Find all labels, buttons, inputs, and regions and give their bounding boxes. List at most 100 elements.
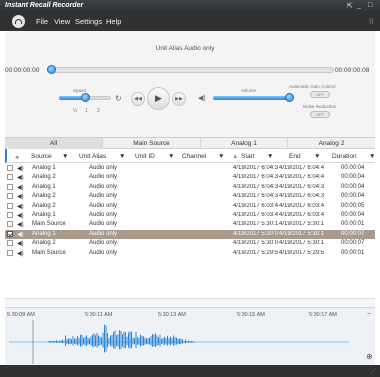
cell-source: Analog 2	[32, 174, 56, 181]
wave-time-label: 5:30:11 AM	[85, 312, 113, 318]
filter-icon[interactable]: ▼	[168, 153, 174, 160]
cell-start: 4/19/2017 5:30:1	[233, 221, 279, 228]
row-checkbox[interactable]	[7, 230, 13, 237]
filter-icon[interactable]: ▼	[369, 153, 375, 160]
row-checkbox[interactable]	[7, 183, 13, 190]
table-header: ◂ Source ▼ Unit Alias ▼ Unit ID ▼ Channe…	[5, 149, 375, 163]
row-checkbox[interactable]	[7, 193, 13, 200]
col-duration[interactable]: Duration	[332, 153, 357, 160]
row-checkbox[interactable]	[7, 240, 13, 247]
table-row[interactable]: ◀) Analog 1 Audio only 4/19/2017 6:04:3 4/19…	[5, 164, 375, 173]
wave-time-label: 5:30:09 AM	[7, 312, 35, 318]
minimize-icon[interactable]: _	[357, 2, 361, 9]
col-unit-id[interactable]: Unit ID	[135, 153, 155, 160]
play-audio-icon[interactable]: ◀)	[17, 240, 24, 247]
table-row[interactable]: ◀) Analog 2 Audio only 4/19/2017 6:03:4 4/19…	[5, 202, 375, 211]
sort-arrow-icon[interactable]: ◂	[15, 153, 18, 161]
row-checkbox[interactable]	[7, 221, 13, 228]
cell-unit-alias: Audio only	[89, 240, 118, 247]
filter-icon[interactable]: ▼	[267, 153, 273, 160]
tab-main-source[interactable]: Main Source	[103, 138, 201, 149]
filter-icon[interactable]: ▼	[218, 153, 224, 160]
menu-help[interactable]: Help	[106, 17, 121, 26]
play-audio-icon[interactable]: ◀)	[17, 212, 24, 219]
menu-view[interactable]: View	[54, 17, 70, 26]
filter-icon[interactable]: ▼	[62, 153, 68, 160]
col-channel[interactable]: Channel	[182, 153, 206, 160]
restore-icon[interactable]: ⇱	[347, 2, 353, 10]
play-audio-icon[interactable]: ◀)	[17, 203, 24, 210]
row-checkbox[interactable]	[7, 212, 13, 218]
table-row[interactable]: ◀) Analog 2 Audio only 4/19/2017 5:30:0 4/19…	[5, 239, 375, 248]
sort-up-icon[interactable]: ▲	[232, 153, 238, 160]
cell-source: Analog 1	[32, 212, 56, 218]
position-knob[interactable]	[46, 65, 56, 74]
play-audio-icon[interactable]: ◀)	[17, 184, 24, 191]
cell-duration: 00:00:07	[341, 230, 365, 237]
cell-end: 4/19/2017 6:03:4	[279, 202, 325, 209]
menu-file[interactable]: File	[36, 17, 48, 26]
volume-fill	[213, 96, 290, 100]
fast-forward-button[interactable]: ▶▶	[172, 92, 186, 106]
cell-source: Analog 2	[32, 202, 56, 209]
table-row[interactable]: ◀) Main Source Audio only 4/19/2017 5:29:5 4…	[5, 249, 375, 258]
speed-knob[interactable]	[80, 93, 90, 102]
position-track[interactable]	[51, 67, 334, 73]
status-bar: ⋰	[0, 365, 380, 377]
table-row[interactable]: ◀) Main Source Audio only 4/19/2017 5:30:1 4…	[5, 220, 375, 229]
waveform-graph[interactable]	[9, 320, 349, 364]
table-row[interactable]: ◀) Analog 1 Audio only 4/19/2017 6:03:4 4/19…	[5, 211, 375, 220]
row-checkbox[interactable]	[7, 174, 13, 181]
row-checkbox[interactable]	[7, 249, 13, 256]
play-audio-icon[interactable]: ◀)	[17, 231, 24, 238]
time-end: 00:00:00:08	[335, 67, 370, 74]
cell-start: 4/19/2017 5:30:0	[233, 240, 279, 247]
cell-start: 4/19/2017 6:04:3	[233, 183, 279, 190]
filter-icon[interactable]: ▼	[314, 153, 320, 160]
row-checkbox[interactable]	[7, 165, 13, 171]
cell-source: Analog 2	[32, 193, 56, 200]
table-row[interactable]: ◀) Analog 2 Audio only 4/19/2017 6:04:3 4/19…	[5, 192, 375, 201]
play-audio-icon[interactable]: ◀)	[17, 221, 24, 228]
splitter[interactable]	[5, 298, 375, 307]
resize-grip-icon[interactable]: ⋰	[370, 368, 376, 375]
play-button[interactable]: ▶	[147, 87, 170, 110]
replay-icon[interactable]: ↻	[115, 94, 122, 103]
maximize-icon[interactable]: □	[368, 2, 372, 9]
filter-icon[interactable]: ▼	[119, 153, 125, 160]
volume-label: Volume	[241, 88, 257, 93]
noise-reduction-toggle[interactable]: OFF	[310, 111, 330, 118]
volume-knob[interactable]	[285, 93, 295, 102]
zoom-out-icon[interactable]: −	[367, 311, 371, 318]
tab-analog-1[interactable]: Analog 1	[201, 138, 288, 149]
menu-settings[interactable]: Settings	[75, 17, 102, 26]
cell-source: Main Source	[32, 249, 66, 256]
play-audio-icon[interactable]: ◀)	[17, 174, 24, 181]
col-source[interactable]: Source	[31, 153, 52, 160]
playback-panel: Unit Alias Audio only 00:00:00:00 00:00:…	[5, 31, 375, 137]
tab-analog-2[interactable]: Analog 2	[288, 138, 375, 149]
play-audio-icon[interactable]: ◀)	[17, 165, 24, 172]
rewind-button[interactable]: ◀◀	[131, 92, 145, 106]
table-row[interactable]: ◀) Analog 1 Audio only 4/19/2017 5:30:0 4/19…	[5, 229, 375, 239]
cell-end: 4/19/2017 6:04:4	[279, 165, 325, 171]
table-row[interactable]: ◀) Analog 1 Audio only 4/19/2017 6:04:3 4/19…	[5, 183, 375, 192]
play-audio-icon[interactable]: ◀)	[17, 193, 24, 200]
agc-toggle[interactable]: OFF	[310, 91, 330, 98]
col-unit-alias[interactable]: Unit Alias	[79, 153, 106, 160]
wave-time-label: 5:30:17 AM	[309, 312, 337, 318]
speaker-icon: ◀)	[198, 95, 206, 102]
play-audio-icon[interactable]: ◀)	[17, 250, 24, 257]
row-checkbox[interactable]	[7, 202, 13, 209]
table-row[interactable]: ◀) Analog 2 Audio only 4/19/2017 6:04:3 4/19…	[5, 173, 375, 182]
recordings-table: ◀) Analog 1 Audio only 4/19/2017 6:04:3 4/19…	[5, 163, 375, 298]
cell-unit-alias: Audio only	[89, 202, 118, 209]
col-end[interactable]: End	[289, 153, 301, 160]
wave-time-label: 5:30:15 AM	[237, 312, 265, 318]
cell-source: Analog 1	[32, 183, 56, 190]
zoom-icon[interactable]: ⊕	[366, 352, 373, 361]
cell-end: 4/19/2017 6:03:4	[279, 212, 325, 218]
agc-label: Automatic Gain Control	[289, 84, 336, 89]
col-start[interactable]: Start	[241, 153, 255, 160]
tab-all[interactable]: All	[5, 138, 103, 149]
